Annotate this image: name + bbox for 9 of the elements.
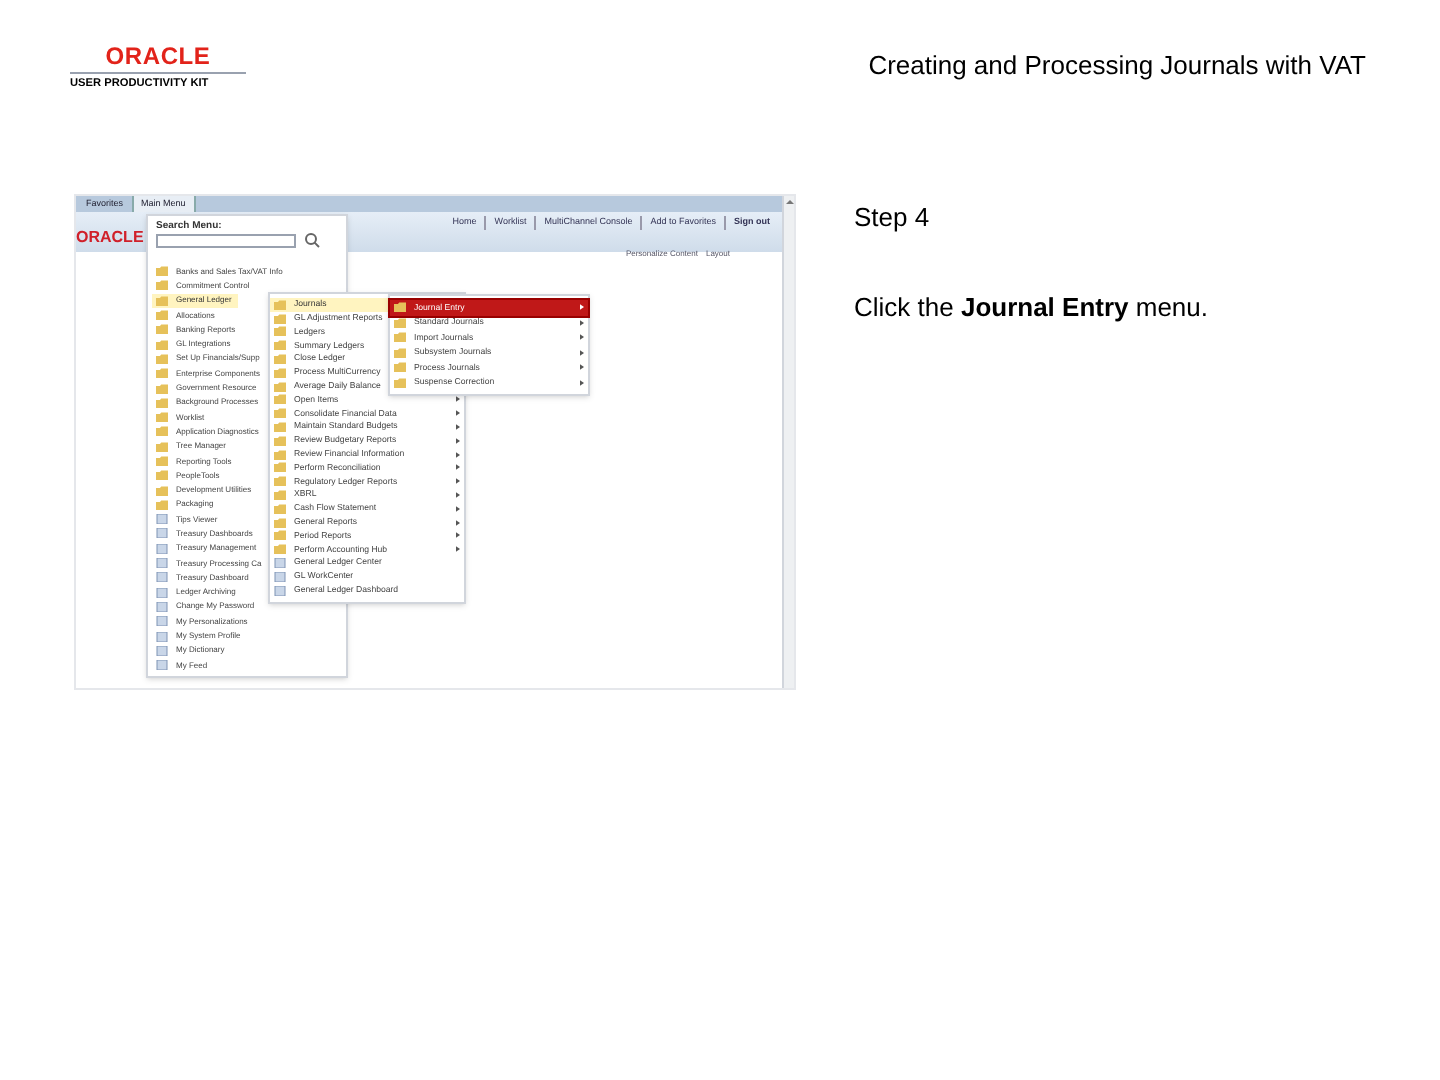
search-field[interactable] xyxy=(156,234,296,248)
brand-logo: ORACLE xyxy=(76,230,144,246)
step-title: Step 4 xyxy=(854,200,932,236)
search-icon[interactable] xyxy=(304,232,320,248)
instruction-text: Click the Journal Entry menu. xyxy=(854,289,1209,326)
scroll-up-icon[interactable] xyxy=(784,196,794,208)
scrollbar[interactable] xyxy=(782,196,794,688)
page-title: Creating and Processing Journals with VAT xyxy=(868,48,1366,84)
logo: ORACLE xyxy=(105,44,211,68)
